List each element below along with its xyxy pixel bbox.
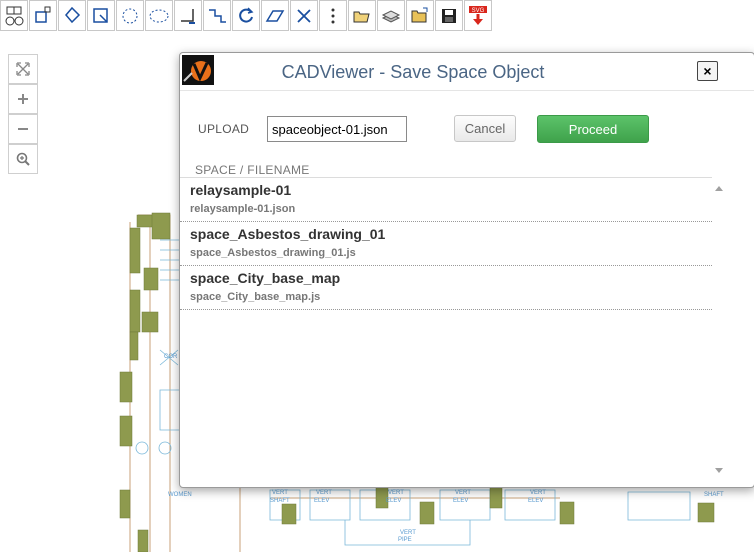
rotate-copy-icon	[35, 6, 51, 23]
space-filename: relaysample-01.json	[190, 203, 296, 215]
upload-label: UPLOAD	[198, 122, 250, 136]
zoom-extents-icon	[93, 7, 108, 23]
layer-nav-icon	[5, 6, 24, 25]
layers-stack-icon	[381, 9, 401, 23]
measure-corner-button[interactable]	[174, 0, 202, 31]
zoom-extents-control[interactable]	[8, 54, 38, 84]
save-button[interactable]	[435, 0, 463, 31]
eraser-button[interactable]	[261, 0, 289, 31]
zoom-magnifier-control[interactable]	[8, 144, 38, 174]
zoom-out-control[interactable]	[8, 114, 38, 144]
zoom-extents-arrows-icon	[16, 62, 30, 76]
space-name: space_City_base_map	[190, 270, 341, 286]
zoom-magnifier-icon	[16, 152, 30, 166]
cadviewer-app: VERT SHAFT VERT ELEV VERT ELEV VERT ELEV…	[0, 0, 754, 552]
list-scrollbar[interactable]	[712, 178, 726, 480]
space-name: space_Asbestos_drawing_01	[190, 226, 386, 242]
dialog-close-button[interactable]: ×	[697, 61, 718, 81]
zoom-window-icon	[65, 6, 81, 23]
measure-step-icon	[209, 8, 226, 23]
space-filename: space_Asbestos_drawing_01.js	[190, 247, 356, 259]
proceed-button[interactable]: Proceed	[537, 115, 649, 143]
circle-select-button[interactable]	[116, 0, 144, 31]
zoom-controls	[8, 54, 38, 174]
open-file-icon	[411, 7, 428, 22]
filename-input[interactable]	[267, 116, 407, 142]
eraser-icon	[265, 9, 285, 22]
rotate-icon	[239, 6, 254, 23]
list-column-header: SPACE / FILENAME	[195, 163, 310, 177]
cloud-select-icon	[149, 9, 169, 22]
layers-button[interactable]	[377, 0, 405, 31]
label-vert-elev-2b: ELEV	[386, 498, 401, 504]
space-name: relaysample-01	[190, 182, 292, 198]
svg-download-button[interactable]: SVG	[464, 0, 492, 31]
label-vert-elev-1: VERT	[316, 490, 332, 496]
dialog-header: CADViewer - Save Space Object ×	[180, 53, 754, 91]
label-vert-pipe-b: PIPE	[398, 537, 412, 543]
label-corr: COR	[164, 354, 178, 360]
open-file-button[interactable]	[406, 0, 434, 31]
space-file-list: relaysample-01 relaysample-01.json space…	[180, 177, 712, 477]
cancel-button[interactable]: Cancel	[454, 115, 516, 142]
zoom-extents-button[interactable]	[87, 0, 115, 31]
space-filename: space_City_base_map.js	[190, 291, 321, 303]
list-item[interactable]: space_Asbestos_drawing_01 space_Asbestos…	[180, 222, 712, 266]
dialog-title: CADViewer - Save Space Object	[281, 62, 545, 82]
circle-select-icon	[122, 8, 138, 23]
rotate-copy-button[interactable]	[29, 0, 57, 31]
label-vert-pipe: VERT	[400, 530, 416, 536]
main-toolbar: SVG	[0, 0, 493, 31]
cloud-select-button[interactable]	[145, 0, 173, 31]
svg-badge-text: SVG	[472, 8, 485, 14]
zoom-in-plus-icon	[18, 94, 28, 104]
list-item[interactable]: relaysample-01 relaysample-01.json	[180, 178, 712, 222]
rotate-button[interactable]	[232, 0, 260, 31]
svg-download-icon: SVG	[469, 5, 487, 25]
label-vert-shaft: VERT	[272, 490, 288, 496]
list-item[interactable]: space_City_base_map space_City_base_map.…	[180, 266, 712, 310]
measure-step-button[interactable]	[203, 0, 231, 31]
zoom-out-minus-icon	[18, 128, 28, 130]
measure-corner-icon	[181, 8, 195, 24]
save-disk-icon	[442, 8, 456, 23]
more-vertical-icon	[331, 8, 335, 23]
label-vert-elev-4: VERT	[530, 490, 546, 496]
label-women: WOMEN	[168, 492, 192, 498]
layer-nav-button[interactable]	[0, 0, 28, 31]
zoom-window-button[interactable]	[58, 0, 86, 31]
label-vert-elev-4b: ELEV	[528, 498, 543, 504]
label-vert-elev-3: VERT	[455, 490, 471, 496]
label-shaft-right: SHAFT	[704, 492, 724, 498]
label-vert-elev-3b: ELEV	[453, 498, 468, 504]
zoom-in-control[interactable]	[8, 84, 38, 114]
more-menu-button[interactable]	[319, 0, 347, 31]
close-x-button[interactable]	[290, 0, 318, 31]
scroll-up-arrow-icon[interactable]	[715, 186, 723, 191]
save-space-object-dialog: CADViewer - Save Space Object × UPLOAD C…	[179, 52, 754, 488]
label-vert-elev-2: VERT	[388, 490, 404, 496]
open-folder-button[interactable]	[348, 0, 376, 31]
open-folder-icon	[353, 11, 370, 22]
scroll-down-arrow-icon[interactable]	[715, 468, 723, 473]
label-vert-shaft-b: SHAFT	[270, 498, 290, 504]
label-vert-elev-1b: ELEV	[314, 498, 329, 504]
close-x-icon	[297, 8, 311, 23]
